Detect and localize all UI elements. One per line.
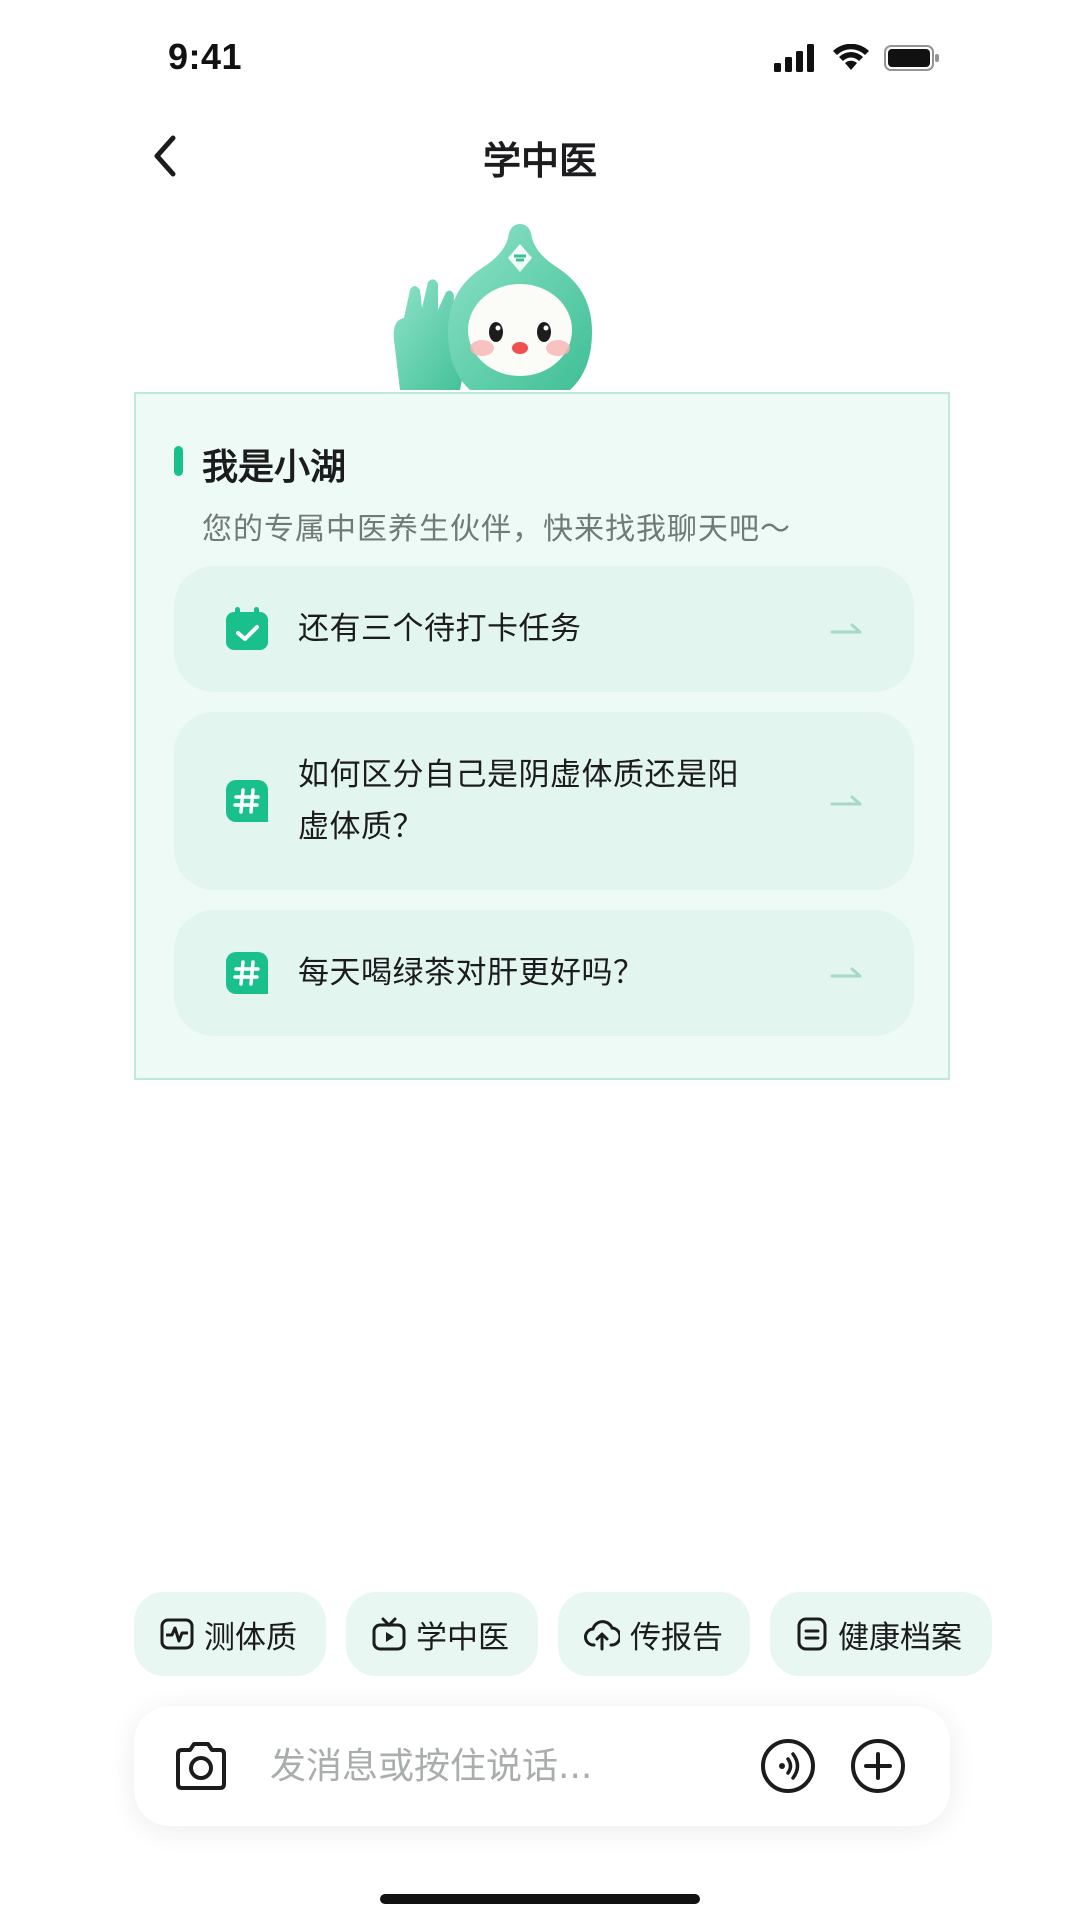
status-bar: 9:41 (0, 0, 1080, 110)
battery-icon (884, 45, 939, 71)
hashtag-icon (226, 952, 268, 994)
card-title-accent (174, 446, 183, 476)
chip-label: 传报告 (630, 1619, 723, 1656)
intro-card: 我是小湖 您的专属中医养生伙伴，快来找我聊天吧～ 还有三个待打卡任务 如何区分自… (134, 392, 950, 1080)
camera-icon[interactable] (172, 1738, 230, 1794)
status-icons (774, 42, 940, 74)
plus-icon[interactable] (850, 1738, 906, 1794)
quick-actions-row: 测体质 学中医 传报告 健康档案 (134, 1592, 1080, 1678)
card-title: 我是小湖 (202, 447, 347, 488)
suggestion-green-tea-liver[interactable]: 每天喝绿茶对肝更好吗？ (174, 910, 914, 1036)
message-input[interactable] (270, 1734, 750, 1798)
chip-health-record[interactable]: 健康档案 (770, 1592, 992, 1676)
wifi-icon (833, 44, 869, 70)
chip-learn-tcm[interactable]: 学中医 (346, 1592, 538, 1676)
chip-upload-report[interactable]: 传报告 (558, 1592, 750, 1676)
home-indicator (380, 1894, 700, 1904)
card-subtitle: 您的专属中医养生伙伴，快来找我聊天吧～ (202, 512, 791, 547)
status-time: 9:41 (168, 36, 243, 77)
suggestion-yin-yang-deficiency[interactable]: 如何区分自己是阴虚体质还是阳 虚体质？ (174, 712, 914, 890)
suggestion-text-line-2: 虚体质？ (298, 809, 424, 845)
suggestion-pending-tasks[interactable]: 还有三个待打卡任务 (174, 566, 914, 692)
suggestion-text-line-1: 如何区分自己是阴虚体质还是阳 (298, 757, 739, 793)
chip-test-constitution[interactable]: 测体质 (134, 1592, 326, 1676)
chip-label: 健康档案 (838, 1619, 962, 1656)
pulse-chart-icon (160, 1618, 194, 1650)
document-icon (797, 1617, 827, 1651)
voice-icon[interactable] (760, 1738, 816, 1794)
mascot-illustration (393, 224, 592, 390)
cellular-signal-icon (774, 44, 814, 72)
chip-label: 学中医 (416, 1619, 509, 1656)
arrow-right-icon (830, 623, 862, 634)
page-title: 学中医 (482, 139, 597, 183)
calendar-check-icon (226, 607, 268, 650)
arrow-right-icon (830, 795, 862, 806)
cloud-upload-icon (584, 1620, 620, 1651)
chip-label: 测体质 (204, 1619, 297, 1656)
hashtag-icon (226, 780, 268, 822)
suggestion-text: 每天喝绿茶对肝更好吗？ (298, 955, 645, 991)
tv-play-icon (372, 1617, 406, 1651)
message-input-bar (134, 1706, 950, 1826)
arrow-right-icon (830, 967, 862, 978)
suggestion-text: 还有三个待打卡任务 (298, 611, 582, 647)
